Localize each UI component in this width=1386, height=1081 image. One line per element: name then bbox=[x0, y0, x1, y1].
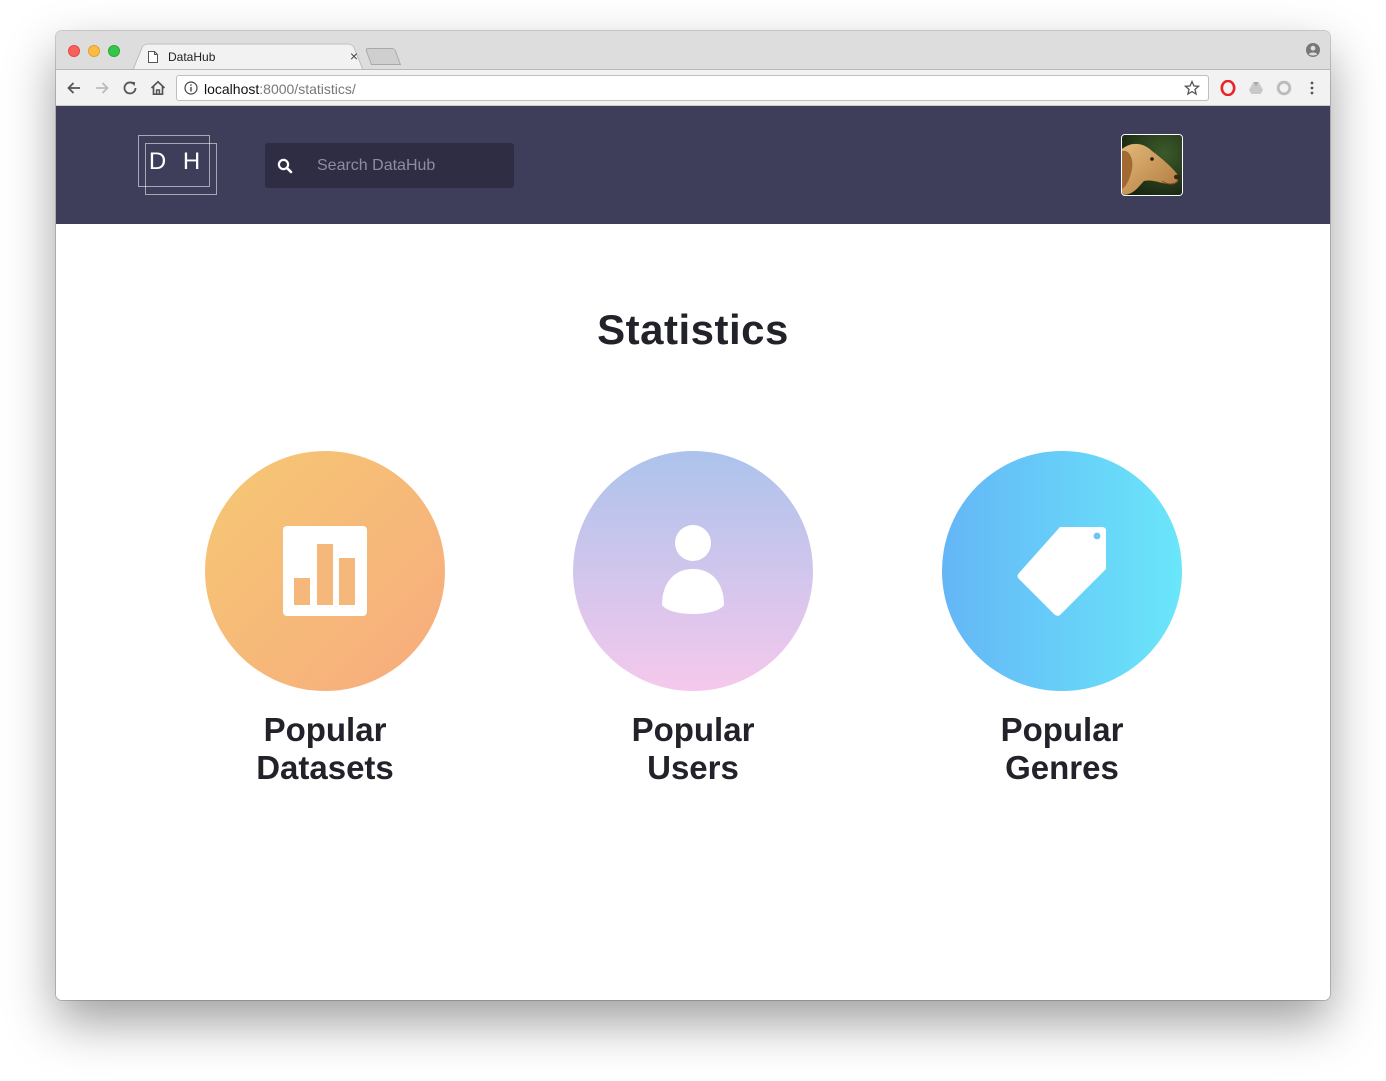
new-tab-button[interactable] bbox=[364, 48, 402, 65]
user-avatar[interactable] bbox=[1121, 134, 1183, 196]
search-box[interactable] bbox=[265, 143, 514, 188]
card-popular-datasets[interactable]: Popular Datasets bbox=[175, 451, 475, 791]
page-content: D H Search DataHub Statistics Popular Da… bbox=[56, 106, 1330, 1000]
opera-icon[interactable] bbox=[1220, 80, 1236, 96]
url-host: localhost bbox=[204, 81, 260, 97]
drive-icon[interactable] bbox=[1248, 80, 1264, 96]
bar-chart-icon bbox=[283, 526, 367, 616]
tab-close-button[interactable]: × bbox=[350, 49, 358, 63]
logo-text: D H bbox=[148, 148, 206, 175]
back-arrow-icon[interactable] bbox=[65, 79, 83, 97]
popular-users-label[interactable]: Popular Users bbox=[543, 711, 843, 787]
popular-users-circle[interactable] bbox=[573, 451, 813, 691]
url-text: localhost:8000/statistics/ bbox=[204, 81, 356, 97]
close-window-button[interactable] bbox=[68, 45, 80, 57]
dog-avatar-image bbox=[1122, 135, 1182, 195]
popular-genres-circle[interactable] bbox=[942, 451, 1182, 691]
user-icon bbox=[662, 525, 724, 614]
search-icon[interactable] bbox=[277, 158, 293, 174]
home-icon[interactable] bbox=[149, 79, 167, 97]
reload-icon[interactable] bbox=[121, 79, 139, 97]
profile-icon[interactable] bbox=[1306, 43, 1320, 57]
browser-window: DataHub × localhost:8000/statistics/ D H… bbox=[56, 31, 1330, 1000]
popular-datasets-label[interactable]: Popular Datasets bbox=[175, 711, 475, 787]
address-bar[interactable]: localhost:8000/statistics/ bbox=[176, 75, 1209, 101]
tab-strip: DataHub × bbox=[56, 31, 1330, 71]
page-title: Statistics bbox=[597, 306, 789, 353]
card-popular-users[interactable]: Popular Users bbox=[543, 451, 843, 791]
info-icon[interactable] bbox=[184, 81, 198, 95]
maximize-window-button[interactable] bbox=[108, 45, 120, 57]
search-input[interactable] bbox=[315, 154, 509, 178]
document-icon bbox=[148, 51, 158, 63]
minimize-window-button[interactable] bbox=[88, 45, 100, 57]
browser-toolbar: localhost:8000/statistics/ bbox=[56, 69, 1330, 106]
url-path: :8000/statistics/ bbox=[259, 81, 356, 97]
tag-icon bbox=[1017, 527, 1106, 616]
extension-circle-icon[interactable] bbox=[1276, 80, 1292, 96]
more-menu-icon[interactable] bbox=[1304, 80, 1320, 96]
forward-arrow-icon[interactable] bbox=[93, 79, 111, 97]
bookmark-star-icon[interactable] bbox=[1184, 80, 1200, 96]
tab-datahub[interactable]: DataHub × bbox=[146, 45, 362, 69]
card-popular-genres[interactable]: Popular Genres bbox=[912, 451, 1212, 791]
site-header: D H bbox=[56, 106, 1330, 224]
datahub-logo[interactable]: D H bbox=[138, 135, 218, 195]
popular-genres-label[interactable]: Popular Genres bbox=[912, 711, 1212, 787]
tab-title: DataHub bbox=[168, 50, 216, 64]
popular-datasets-circle[interactable] bbox=[205, 451, 445, 691]
